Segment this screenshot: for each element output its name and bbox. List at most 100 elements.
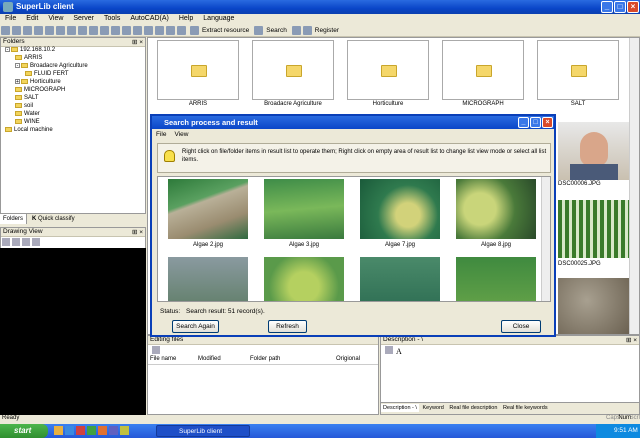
clock[interactable]: 9:51 AM bbox=[614, 427, 638, 434]
main-scrollbar[interactable] bbox=[629, 38, 639, 334]
tab-keyword[interactable]: Keyword bbox=[420, 404, 445, 412]
expand-icon[interactable]: - bbox=[5, 47, 10, 53]
back-icon[interactable] bbox=[1, 26, 10, 35]
description-close-icon[interactable]: ⊞ × bbox=[626, 336, 637, 344]
font-icon[interactable]: A bbox=[396, 347, 402, 356]
tree-node[interactable]: WINE bbox=[1, 119, 145, 127]
result-thumb[interactable] bbox=[168, 179, 248, 239]
col-folder-path[interactable]: Folder path bbox=[250, 356, 336, 362]
extract-icon[interactable] bbox=[189, 26, 199, 35]
fit-icon[interactable] bbox=[32, 238, 40, 246]
quicklaunch-icon[interactable] bbox=[98, 426, 107, 435]
result-scrollbar[interactable] bbox=[541, 177, 550, 301]
folder-horticulture[interactable] bbox=[347, 40, 429, 100]
maximize-button[interactable]: □ bbox=[614, 1, 626, 13]
menu-edit[interactable]: Edit bbox=[21, 14, 43, 23]
result-thumb[interactable] bbox=[264, 179, 344, 239]
tree-node[interactable]: ARRIS bbox=[1, 55, 145, 63]
result-thumb[interactable] bbox=[360, 257, 440, 301]
menu-server[interactable]: Server bbox=[68, 14, 99, 23]
tree-node[interactable]: SALT bbox=[1, 95, 145, 103]
photo-thumb-person[interactable] bbox=[558, 122, 630, 180]
result-thumb[interactable] bbox=[360, 179, 440, 239]
tree-node[interactable]: MICROGRAPH bbox=[1, 87, 145, 95]
menu-view[interactable]: View bbox=[43, 14, 68, 23]
properties-icon[interactable] bbox=[89, 26, 98, 35]
taskbar-task[interactable]: SuperLib client bbox=[156, 425, 250, 437]
result-thumb[interactable] bbox=[456, 179, 536, 239]
zoom-out-icon[interactable] bbox=[12, 238, 20, 246]
folder-arris[interactable] bbox=[157, 40, 239, 100]
register-button[interactable]: Register bbox=[313, 27, 341, 34]
lock-icon[interactable] bbox=[166, 26, 175, 35]
download-icon[interactable] bbox=[56, 26, 65, 35]
newfolder-icon[interactable] bbox=[144, 26, 153, 35]
menu-help[interactable]: Help bbox=[174, 14, 198, 23]
forward-icon[interactable] bbox=[12, 26, 21, 35]
upload-icon[interactable] bbox=[45, 26, 54, 35]
expand-icon[interactable]: - bbox=[15, 63, 20, 69]
dialog-menu-file[interactable]: File bbox=[156, 131, 166, 138]
tab-description[interactable]: Description - \ bbox=[381, 404, 419, 412]
menu-autocad[interactable]: AutoCAD(A) bbox=[125, 14, 174, 23]
tree-node[interactable]: - Broadacre Agriculture bbox=[1, 63, 145, 71]
dialog-close-icon[interactable]: × bbox=[542, 117, 553, 128]
zoom-in-icon[interactable] bbox=[2, 238, 10, 246]
quicklaunch-icon[interactable] bbox=[87, 426, 96, 435]
quicklaunch-icon[interactable] bbox=[76, 426, 85, 435]
minimize-button[interactable]: _ bbox=[601, 1, 613, 13]
register-icon[interactable] bbox=[302, 26, 312, 35]
menu-language[interactable]: Language bbox=[198, 14, 239, 23]
col-origional[interactable]: Origional bbox=[336, 356, 376, 362]
result-list[interactable]: Algae 2.jpg Algae 3.jpg Algae 7.jpg Alga… bbox=[157, 176, 551, 302]
cut-icon[interactable] bbox=[100, 26, 109, 35]
drawing-canvas[interactable] bbox=[0, 248, 146, 415]
menu-tools[interactable]: Tools bbox=[99, 14, 125, 23]
tree-node[interactable]: soil bbox=[1, 103, 145, 111]
copy-icon[interactable] bbox=[111, 26, 120, 35]
expand-icon[interactable]: + bbox=[15, 79, 20, 85]
tree-node[interactable]: Water bbox=[1, 111, 145, 119]
col-modified[interactable]: Modified bbox=[198, 356, 250, 362]
tree-node[interactable]: Local machine bbox=[1, 127, 145, 135]
view-icon[interactable] bbox=[133, 26, 142, 35]
dialog-maximize-button[interactable]: □ bbox=[530, 117, 541, 128]
rename-icon[interactable] bbox=[78, 26, 87, 35]
tree-node[interactable]: + Horticulture bbox=[1, 79, 145, 87]
search-icon[interactable] bbox=[254, 26, 264, 35]
folder-salt[interactable] bbox=[537, 40, 619, 100]
start-button[interactable]: start bbox=[0, 424, 48, 438]
close-button[interactable]: × bbox=[627, 1, 639, 13]
dialog-menu-view[interactable]: View bbox=[174, 131, 188, 138]
quicklaunch-icon[interactable] bbox=[54, 426, 63, 435]
tab-folders[interactable]: Folders bbox=[0, 214, 28, 224]
result-thumb[interactable] bbox=[456, 257, 536, 301]
tab-real-file-keywords[interactable]: Real file keywords bbox=[501, 404, 550, 412]
search-again-button[interactable]: Search Again bbox=[172, 320, 219, 333]
save-icon[interactable] bbox=[385, 346, 393, 354]
folder-icon[interactable] bbox=[155, 26, 164, 35]
up-icon[interactable] bbox=[23, 26, 32, 35]
tree-node[interactable]: - 192.168.10.2 bbox=[1, 47, 145, 55]
quicklaunch-icon[interactable] bbox=[65, 426, 74, 435]
drawing-close-icon[interactable]: ⊞ × bbox=[132, 228, 143, 236]
delete-icon[interactable] bbox=[67, 26, 76, 35]
close-dialog-button[interactable]: Close bbox=[501, 320, 541, 333]
help-icon[interactable] bbox=[291, 26, 301, 35]
tree-node[interactable]: FLUID FERT bbox=[1, 71, 145, 79]
panel-close-icon[interactable]: ⊞ × bbox=[132, 38, 143, 46]
editing-icon[interactable] bbox=[152, 346, 160, 354]
quicklaunch-icon[interactable] bbox=[109, 426, 118, 435]
refresh-button[interactable]: Refresh bbox=[268, 320, 307, 333]
folder-micrograph[interactable] bbox=[442, 40, 524, 100]
result-thumb[interactable] bbox=[264, 257, 344, 301]
pan-icon[interactable] bbox=[22, 238, 30, 246]
search-button[interactable]: Search bbox=[264, 27, 289, 34]
extract-resource-button[interactable]: Extract resource bbox=[200, 27, 251, 34]
quicklaunch-icon[interactable] bbox=[120, 426, 129, 435]
paste-icon[interactable] bbox=[122, 26, 131, 35]
folder-broadacre[interactable] bbox=[252, 40, 334, 100]
menu-file[interactable]: File bbox=[0, 14, 21, 23]
tab-quick-classify[interactable]: K Quick classify bbox=[29, 214, 78, 224]
tab-real-file-description[interactable]: Real file description bbox=[447, 404, 499, 412]
